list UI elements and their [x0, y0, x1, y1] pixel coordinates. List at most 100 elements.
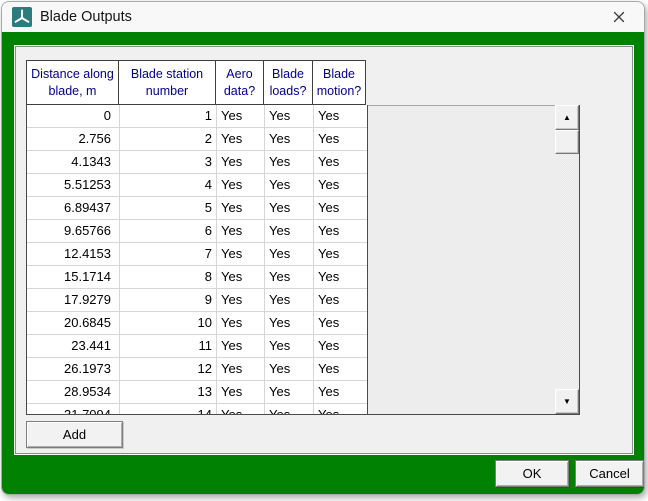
titlebar: Blade Outputs: [2, 2, 644, 32]
table-row[interactable]: 31.7094 14 Yes Yes Yes: [27, 404, 367, 414]
cell-station-number[interactable]: 8: [120, 266, 217, 289]
table-row[interactable]: 15.1714 8 Yes Yes Yes: [27, 266, 367, 289]
cell-aero-data[interactable]: Yes: [217, 128, 265, 151]
cell-station-number[interactable]: 9: [120, 289, 217, 312]
cell-station-number[interactable]: 3: [120, 151, 217, 174]
cell-blade-motion[interactable]: Yes: [314, 220, 367, 243]
window-title: Blade Outputs: [40, 9, 132, 25]
cell-distance[interactable]: 5.51253: [27, 174, 120, 197]
cell-aero-data[interactable]: Yes: [217, 312, 265, 335]
cell-distance[interactable]: 6.89437: [27, 197, 120, 220]
cancel-button[interactable]: Cancel: [575, 460, 644, 487]
cell-station-number[interactable]: 4: [120, 174, 217, 197]
cell-distance[interactable]: 15.1714: [27, 266, 120, 289]
cell-station-number[interactable]: 7: [120, 243, 217, 266]
cell-station-number[interactable]: 2: [120, 128, 217, 151]
cell-station-number[interactable]: 10: [120, 312, 217, 335]
scroll-up-button[interactable]: ▲: [555, 105, 579, 130]
cell-station-number[interactable]: 1: [120, 105, 217, 128]
cell-blade-loads[interactable]: Yes: [265, 151, 314, 174]
cell-blade-loads[interactable]: Yes: [265, 404, 314, 414]
cell-blade-motion[interactable]: Yes: [314, 358, 367, 381]
header-aero-data: Aero data?: [216, 60, 264, 105]
cell-distance[interactable]: 20.6845: [27, 312, 120, 335]
cell-blade-motion[interactable]: Yes: [314, 266, 367, 289]
cell-blade-motion[interactable]: Yes: [314, 404, 367, 414]
cell-station-number[interactable]: 5: [120, 197, 217, 220]
cell-blade-loads[interactable]: Yes: [265, 105, 314, 128]
cell-distance[interactable]: 26.1973: [27, 358, 120, 381]
header-blade-motion: Blade motion?: [313, 60, 366, 105]
cell-blade-loads[interactable]: Yes: [265, 358, 314, 381]
cell-blade-loads[interactable]: Yes: [265, 335, 314, 358]
cell-distance[interactable]: 23.441: [27, 335, 120, 358]
cell-blade-loads[interactable]: Yes: [265, 197, 314, 220]
table-row[interactable]: 2.756 2 Yes Yes Yes: [27, 128, 367, 151]
cell-blade-motion[interactable]: Yes: [314, 128, 367, 151]
cell-blade-motion[interactable]: Yes: [314, 151, 367, 174]
blade-outputs-dialog: Blade Outputs Distance along blade, m Bl…: [1, 1, 645, 495]
table-row[interactable]: 23.441 11 Yes Yes Yes: [27, 335, 367, 358]
cell-blade-motion[interactable]: Yes: [314, 312, 367, 335]
cell-aero-data[interactable]: Yes: [217, 335, 265, 358]
table-row[interactable]: 0 1 Yes Yes Yes: [27, 105, 367, 128]
add-button[interactable]: Add: [26, 421, 123, 448]
vertical-scrollbar[interactable]: ▲ ▼: [555, 105, 579, 414]
cell-distance[interactable]: 0: [27, 105, 120, 128]
cell-blade-motion[interactable]: Yes: [314, 381, 367, 404]
cell-blade-loads[interactable]: Yes: [265, 289, 314, 312]
header-station-number: Blade station number: [119, 60, 216, 105]
cell-blade-loads[interactable]: Yes: [265, 266, 314, 289]
table-row[interactable]: 6.89437 5 Yes Yes Yes: [27, 197, 367, 220]
cell-distance[interactable]: 12.4153: [27, 243, 120, 266]
table-row[interactable]: 9.65766 6 Yes Yes Yes: [27, 220, 367, 243]
cell-station-number[interactable]: 14: [120, 404, 217, 414]
table-row[interactable]: 17.9279 9 Yes Yes Yes: [27, 289, 367, 312]
cell-distance[interactable]: 17.9279: [27, 289, 120, 312]
ok-button[interactable]: OK: [495, 460, 569, 487]
cell-aero-data[interactable]: Yes: [217, 358, 265, 381]
cell-station-number[interactable]: 12: [120, 358, 217, 381]
cell-aero-data[interactable]: Yes: [217, 151, 265, 174]
close-button[interactable]: [602, 3, 636, 31]
cell-blade-motion[interactable]: Yes: [314, 197, 367, 220]
cell-blade-motion[interactable]: Yes: [314, 243, 367, 266]
cell-blade-loads[interactable]: Yes: [265, 381, 314, 404]
cell-blade-motion[interactable]: Yes: [314, 174, 367, 197]
cell-aero-data[interactable]: Yes: [217, 381, 265, 404]
cell-aero-data[interactable]: Yes: [217, 220, 265, 243]
cell-blade-loads[interactable]: Yes: [265, 128, 314, 151]
cell-blade-motion[interactable]: Yes: [314, 335, 367, 358]
cell-distance[interactable]: 28.9534: [27, 381, 120, 404]
cell-blade-loads[interactable]: Yes: [265, 243, 314, 266]
cell-aero-data[interactable]: Yes: [217, 266, 265, 289]
cell-blade-loads[interactable]: Yes: [265, 174, 314, 197]
cell-blade-motion[interactable]: Yes: [314, 105, 367, 128]
cell-aero-data[interactable]: Yes: [217, 197, 265, 220]
table-row[interactable]: 26.1973 12 Yes Yes Yes: [27, 358, 367, 381]
cell-distance[interactable]: 4.1343: [27, 151, 120, 174]
cell-aero-data[interactable]: Yes: [217, 174, 265, 197]
cell-aero-data[interactable]: Yes: [217, 289, 265, 312]
content-panel: Distance along blade, m Blade station nu…: [15, 46, 633, 454]
cell-distance[interactable]: 31.7094: [27, 404, 120, 414]
cell-distance[interactable]: 2.756: [27, 128, 120, 151]
table-row[interactable]: 4.1343 3 Yes Yes Yes: [27, 151, 367, 174]
cell-blade-motion[interactable]: Yes: [314, 289, 367, 312]
cell-station-number[interactable]: 6: [120, 220, 217, 243]
cell-distance[interactable]: 9.65766: [27, 220, 120, 243]
cell-blade-loads[interactable]: Yes: [265, 220, 314, 243]
cell-blade-loads[interactable]: Yes: [265, 312, 314, 335]
cell-station-number[interactable]: 11: [120, 335, 217, 358]
table-row[interactable]: 28.9534 13 Yes Yes Yes: [27, 381, 367, 404]
cell-aero-data[interactable]: Yes: [217, 243, 265, 266]
table-row[interactable]: 5.51253 4 Yes Yes Yes: [27, 174, 367, 197]
cell-station-number[interactable]: 13: [120, 381, 217, 404]
scroll-down-button[interactable]: ▼: [555, 389, 579, 414]
table-row[interactable]: 20.6845 10 Yes Yes Yes: [27, 312, 367, 335]
cell-aero-data[interactable]: Yes: [217, 105, 265, 128]
cell-aero-data[interactable]: Yes: [217, 404, 265, 414]
table-row[interactable]: 12.4153 7 Yes Yes Yes: [27, 243, 367, 266]
header-blade-loads: Blade loads?: [264, 60, 313, 105]
scrollbar-thumb[interactable]: [555, 130, 579, 154]
